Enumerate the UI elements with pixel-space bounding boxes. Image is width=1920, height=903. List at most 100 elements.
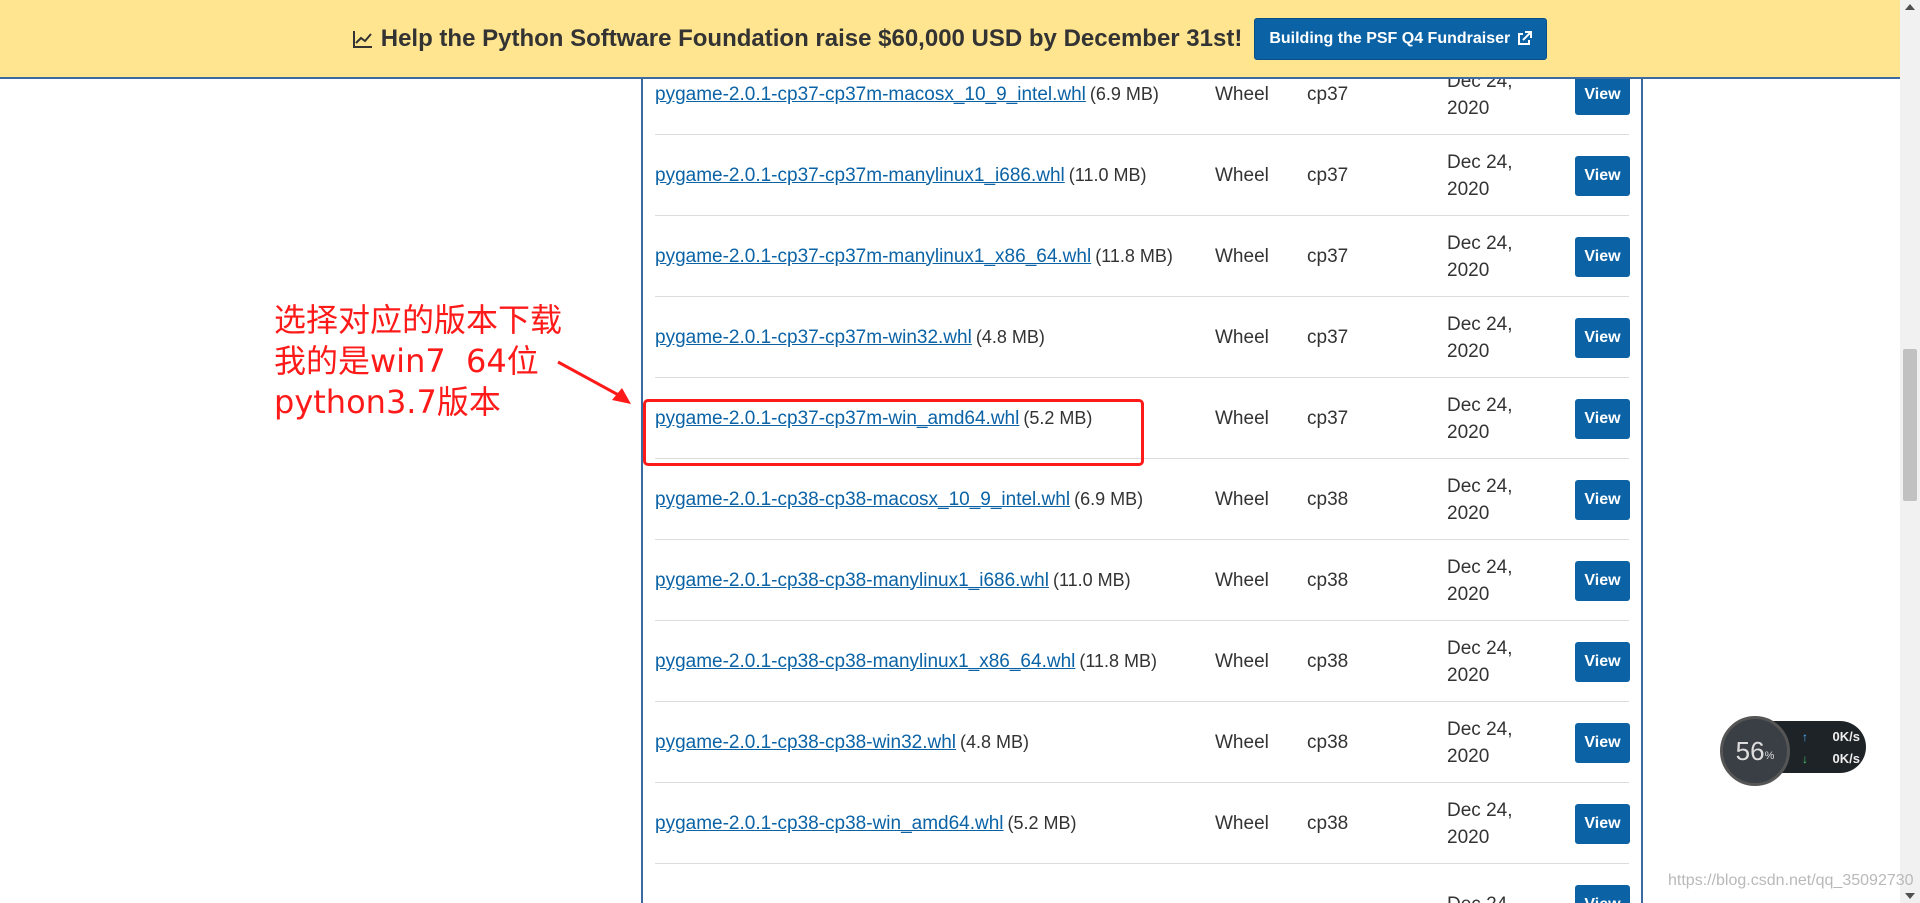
file-download-link[interactable]: pygame-2.0.1-cp37-cp37m-manylinux1_x86_6… <box>655 246 1091 268</box>
upload-speed: 0K/s <box>1832 729 1860 744</box>
annotation-line-2: 我的是win7 64位 <box>274 342 539 380</box>
upload-date-line: Dec 24, 2020 <box>1447 230 1512 284</box>
file-size: (5.2 MB) <box>1007 813 1077 833</box>
fundraiser-button-label: Building the PSF Q4 Fundraiser <box>1269 29 1511 47</box>
file-download-link[interactable]: pygame-2.0.1-cp37-cp37m-macosx_10_9_inte… <box>655 84 1086 106</box>
file-size: (4.8 MB) <box>960 732 1030 752</box>
watermark: https://blog.csdn.net/qq_35092730 <box>1668 872 1914 889</box>
view-hashes-button[interactable]: View <box>1575 236 1630 277</box>
network-speed-widget[interactable]: 56% ↑ 0K/s ↓ 0K/s <box>1720 716 1866 786</box>
file-cell: pygame-2.0.1-cp37-cp37m-macosx_10_9_inte… <box>655 79 1159 135</box>
upload-date: Dec 24, 2020 <box>1447 216 1537 297</box>
view-hashes-button[interactable]: View <box>1575 722 1630 763</box>
upload-date-year: 2020 <box>1447 340 1490 362</box>
file-download-link[interactable]: pygame-2.0.1-cp38-cp38-manylinux1_i686.w… <box>655 570 1049 592</box>
upload-date-year: 2020 <box>1447 178 1490 200</box>
upload-date-year: 2020 <box>1447 745 1490 767</box>
upload-date: Dec 24, 2020 <box>1447 135 1537 216</box>
file-download-link[interactable]: pygame-2.0.1-cp37-cp37m-win32.whl <box>655 327 972 349</box>
annotation-line-1: 选择对应的版本下载 <box>274 301 563 339</box>
upload-date-year: 2020 <box>1447 421 1490 443</box>
page-scrollbar[interactable] <box>1900 0 1920 903</box>
upload-date-line: Dec 24, 2020 <box>1447 554 1512 608</box>
table-row: Dec 24, View <box>655 864 1630 903</box>
file-rows: pygame-2.0.1-cp37-cp37m-macosx_10_9_inte… <box>643 79 1641 903</box>
file-download-link[interactable]: pygame-2.0.1-cp38-cp38-win_amd64.whl <box>655 813 1004 835</box>
table-row: pygame-2.0.1-cp38-cp38-manylinux1_x86_64… <box>655 621 1630 702</box>
file-type: Wheel <box>1215 326 1269 348</box>
file-size: (11.0 MB) <box>1052 570 1131 590</box>
view-hashes-button[interactable]: View <box>1575 884 1630 903</box>
upload-date: Dec 24, 2020 <box>1447 621 1537 702</box>
view-hashes-button[interactable]: View <box>1575 641 1630 682</box>
view-hashes-button[interactable]: View <box>1575 479 1630 520</box>
table-row: pygame-2.0.1-cp38-cp38-manylinux1_i686.w… <box>655 540 1630 621</box>
scroll-down-arrow-icon[interactable] <box>1905 893 1915 899</box>
view-cell: View <box>1575 79 1630 135</box>
upload-date-line: Dec 24, 2020 <box>1447 797 1512 851</box>
annotation-arrow-icon <box>557 360 631 404</box>
view-hashes-button[interactable]: View <box>1575 79 1630 115</box>
python-version: cp37 <box>1307 407 1349 429</box>
file-cell: pygame-2.0.1-cp37-cp37m-win32.whl (4.8 M… <box>655 297 1045 378</box>
upload-date-line: Dec 24, <box>1447 891 1512 903</box>
file-download-link[interactable]: pygame-2.0.1-cp38-cp38-macosx_10_9_intel… <box>655 489 1070 511</box>
file-size: (6.9 MB) <box>1074 489 1144 509</box>
view-hashes-button[interactable]: View <box>1575 560 1630 601</box>
file-cell: pygame-2.0.1-cp38-cp38-manylinux1_x86_64… <box>655 621 1157 702</box>
view-cell: View <box>1575 459 1630 540</box>
annotation-text: 选择对应的版本下载 我的是win7 64位 python3.7版本 <box>274 300 562 423</box>
view-cell: View <box>1575 378 1630 459</box>
view-hashes-button[interactable]: View <box>1575 155 1630 196</box>
highlight-box <box>643 399 1144 466</box>
upload-date: Dec 24, 2020 <box>1447 702 1537 783</box>
view-hashes-button[interactable]: View <box>1575 803 1630 844</box>
file-type: Wheel <box>1215 650 1269 672</box>
view-cell: View <box>1575 702 1630 783</box>
view-hashes-button[interactable]: View <box>1575 398 1630 439</box>
view-cell: View <box>1575 297 1630 378</box>
banner-text-wrap: Help the Python Software Foundation rais… <box>352 24 1243 53</box>
upload-date-line: Dec 24, 2020 <box>1447 473 1512 527</box>
file-size: (11.0 MB) <box>1068 165 1147 185</box>
speed-percent-unit: % <box>1764 750 1775 762</box>
file-type: Wheel <box>1215 407 1269 429</box>
fundraiser-banner: Help the Python Software Foundation rais… <box>0 0 1900 79</box>
upload-date-month-day: Dec 24, <box>1447 151 1513 173</box>
file-size: (11.8 MB) <box>1079 651 1158 671</box>
python-version: cp38 <box>1307 812 1349 834</box>
python-version: cp38 <box>1307 569 1349 591</box>
upload-date-month-day: Dec 24, <box>1447 394 1513 416</box>
file-type: Wheel <box>1215 569 1269 591</box>
file-download-link[interactable]: pygame-2.0.1-cp38-cp38-win32.whl <box>655 732 956 754</box>
upload-date-line: Dec 24, 2020 <box>1447 635 1512 689</box>
file-type: Wheel <box>1215 488 1269 510</box>
view-cell: View <box>1575 135 1630 216</box>
download-files-table: pygame-2.0.1-cp37-cp37m-macosx_10_9_inte… <box>641 79 1643 903</box>
upload-date-line: Dec 24, 2020 <box>1447 79 1512 122</box>
banner-message: Help the Python Software Foundation rais… <box>380 24 1243 52</box>
file-download-link[interactable]: pygame-2.0.1-cp37-cp37m-manylinux1_i686.… <box>655 165 1065 187</box>
fundraiser-button[interactable]: Building the PSF Q4 Fundraiser <box>1254 17 1548 60</box>
file-download-link[interactable]: pygame-2.0.1-cp38-cp38-manylinux1_x86_64… <box>655 651 1075 673</box>
file-cell: pygame-2.0.1-cp38-cp38-manylinux1_i686.w… <box>655 540 1131 621</box>
table-row: pygame-2.0.1-cp38-cp38-win32.whl (4.8 MB… <box>655 702 1630 783</box>
scroll-thumb[interactable] <box>1903 349 1917 501</box>
annotation-line-3: python3.7版本 <box>274 383 501 421</box>
upload-date-month-day: Dec 24, <box>1447 718 1513 740</box>
scroll-up-arrow-icon[interactable] <box>1905 4 1915 10</box>
upload-date: Dec 24, 2020 <box>1447 79 1537 135</box>
file-cell: pygame-2.0.1-cp38-cp38-win32.whl (4.8 MB… <box>655 702 1029 783</box>
python-version: cp37 <box>1307 164 1349 186</box>
file-type: Wheel <box>1215 731 1269 753</box>
table-row: pygame-2.0.1-cp37-cp37m-manylinux1_i686.… <box>655 135 1630 216</box>
file-type: Wheel <box>1215 812 1269 834</box>
download-speed: 0K/s <box>1832 751 1860 766</box>
python-version: cp37 <box>1307 83 1349 105</box>
file-type: Wheel <box>1215 83 1269 105</box>
file-cell: pygame-2.0.1-cp37-cp37m-manylinux1_x86_6… <box>655 216 1173 297</box>
view-cell: View <box>1575 216 1630 297</box>
upload-date-year: 2020 <box>1447 583 1490 605</box>
upload-date: Dec 24, 2020 <box>1447 540 1537 621</box>
view-hashes-button[interactable]: View <box>1575 317 1630 358</box>
